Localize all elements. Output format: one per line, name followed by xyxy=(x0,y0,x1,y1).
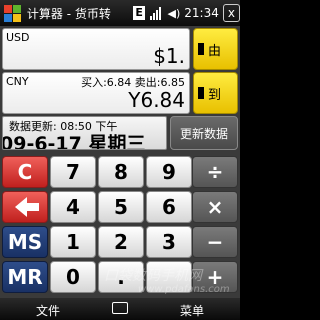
menu-bar: 文件 菜单 xyxy=(0,298,240,320)
divide-button[interactable]: ÷ xyxy=(192,156,238,188)
to-currency-value: Y6.84 xyxy=(128,88,185,112)
to-marker-icon xyxy=(198,87,204,99)
to-button[interactable]: 到 xyxy=(193,72,238,114)
date-weekday: 09-6-17 星期三 xyxy=(2,133,146,150)
minus-button[interactable]: − xyxy=(192,226,238,258)
calculator-panel: USD $1. 由 CNY 买入:6.84 卖出:6.85 Y6.84 到 数据… xyxy=(0,26,240,298)
memory-recall-button[interactable]: MR xyxy=(2,261,48,293)
from-currency-code: USD xyxy=(6,31,30,44)
digit-2-button[interactable]: 2 xyxy=(98,226,144,258)
digit-9-button[interactable]: 9 xyxy=(146,156,192,188)
file-menu[interactable]: 文件 xyxy=(36,302,60,319)
digit-6-button[interactable]: 6 xyxy=(146,191,192,223)
watermark-url: www.pdafans.com xyxy=(138,284,230,295)
update-info: 数据更新: 08:50 下午 09-6-17 星期三 xyxy=(2,116,167,150)
signal-icon xyxy=(150,6,163,20)
menu-button[interactable]: 菜单 xyxy=(180,302,204,319)
close-icon[interactable]: x xyxy=(222,4,241,22)
to-currency-code: CNY xyxy=(6,75,29,88)
multiply-button[interactable]: × xyxy=(192,191,238,223)
from-currency-display[interactable]: USD $1. xyxy=(2,28,190,70)
digit-8-button[interactable]: 8 xyxy=(98,156,144,188)
to-currency-display[interactable]: CNY 买入:6.84 卖出:6.85 Y6.84 xyxy=(2,72,190,114)
watermark-text: 口袋数码手机网 xyxy=(104,268,202,284)
memory-store-button[interactable]: MS xyxy=(2,226,48,258)
digit-7-button[interactable]: 7 xyxy=(50,156,96,188)
digit-1-button[interactable]: 1 xyxy=(50,226,96,258)
to-button-label: 到 xyxy=(208,87,222,103)
backspace-arrow-icon xyxy=(15,197,39,217)
keyboard-icon[interactable] xyxy=(112,302,128,314)
volume-icon[interactable]: ◀) xyxy=(168,7,181,20)
from-currency-value: $1. xyxy=(153,44,185,68)
update-data-button[interactable]: 更新数据 xyxy=(170,116,238,150)
app-title: 计算器 - 货币转 xyxy=(26,6,111,21)
digit-4-button[interactable]: 4 xyxy=(50,191,96,223)
digit-5-button[interactable]: 5 xyxy=(98,191,144,223)
from-button-label: 由 xyxy=(208,43,222,59)
digit-0-button[interactable]: 0 xyxy=(50,261,96,293)
title-bar: 计算器 - 货币转 E ◀) 21:34 x xyxy=(0,0,241,26)
backspace-button[interactable] xyxy=(2,191,48,223)
edge-badge-icon: E xyxy=(132,6,146,20)
from-marker-icon xyxy=(198,43,204,55)
clear-button[interactable]: C xyxy=(2,156,48,188)
clock[interactable]: 21:34 xyxy=(184,6,219,20)
windows-start-icon[interactable] xyxy=(3,3,22,23)
from-button[interactable]: 由 xyxy=(193,28,238,70)
digit-3-button[interactable]: 3 xyxy=(146,226,192,258)
